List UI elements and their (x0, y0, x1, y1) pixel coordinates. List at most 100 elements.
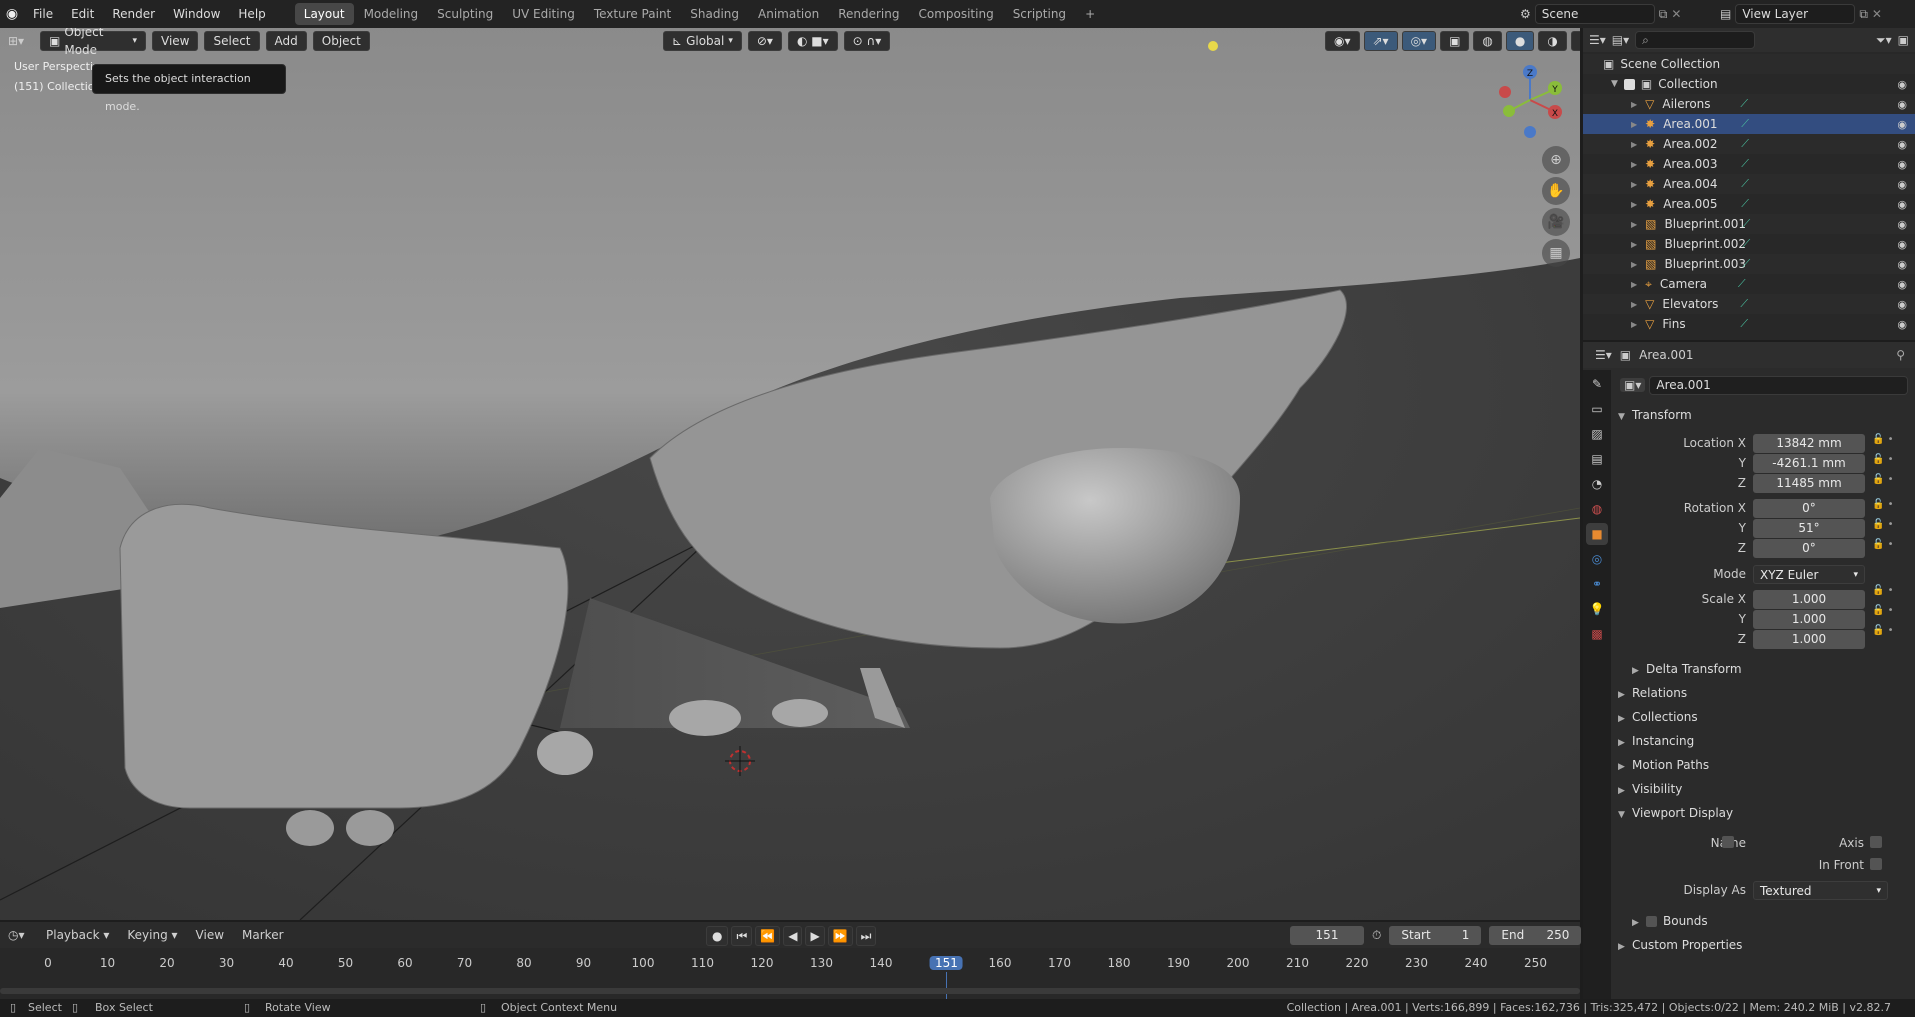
expand-arrow-icon[interactable]: ▶ (1631, 280, 1637, 289)
expand-arrow-icon[interactable]: ▼ (1611, 79, 1618, 89)
collections-panel-header[interactable]: ▶ Collections (1618, 706, 1908, 728)
modifier-icon[interactable]: ⟋ (1743, 237, 1751, 251)
overlay-toggle[interactable]: ◎▾ (1401, 31, 1437, 51)
jump-keyframe-forward-icon[interactable]: ⏩ (827, 926, 853, 946)
scene-icon[interactable]: ⚙ (1520, 7, 1531, 21)
view-layer-selector[interactable]: View Layer (1735, 4, 1856, 24)
scene-tab-icon[interactable]: ◔ (1586, 473, 1608, 495)
modifier-icon[interactable]: ⟋ (1738, 277, 1746, 291)
outliner-item-area-002[interactable]: ▶ ✸ Area.002 ⟋ ◉ (1583, 134, 1915, 154)
lock-icon[interactable]: 🔓 • (1872, 539, 1908, 585)
display-as-select[interactable]: Textured ▾ (1753, 881, 1888, 900)
modifier-icon[interactable]: ⟋ (1741, 197, 1749, 211)
expand-arrow-icon[interactable]: ▶ (1631, 200, 1637, 209)
expand-arrow-icon[interactable]: ▶ (1631, 160, 1637, 169)
world-tab-icon[interactable]: ◍ (1586, 498, 1608, 520)
tab-uv-editing[interactable]: UV Editing (503, 3, 584, 25)
location-z-field[interactable]: 11485 mm (1753, 474, 1865, 493)
orientation-selector[interactable]: ⊾ Global ▾ (663, 31, 742, 51)
outliner-item-ailerons[interactable]: ▶ ▽ Ailerons ⟋ ◉ (1583, 94, 1915, 114)
expand-arrow-icon[interactable]: ▶ (1631, 120, 1637, 129)
include-checkbox[interactable] (1623, 78, 1635, 90)
visibility-selector[interactable]: ◉▾ (1325, 31, 1360, 51)
expand-arrow-icon[interactable]: ▶ (1631, 220, 1637, 229)
outliner-item-fins[interactable]: ▶ ▽ Fins ⟋ ◉ (1583, 314, 1915, 334)
modifier-icon[interactable]: ⟋ (1740, 317, 1748, 331)
current-frame-field[interactable]: 151 (1290, 926, 1364, 945)
eye-icon[interactable]: ◉ (1897, 278, 1907, 291)
eye-icon[interactable]: ◉ (1897, 138, 1907, 151)
delete-view-layer-icon[interactable]: ✕ (1872, 7, 1882, 21)
eye-icon[interactable]: ◉ (1897, 318, 1907, 331)
modifier-icon[interactable]: ⟋ (1741, 177, 1749, 191)
lock-icon[interactable]: 🔓 • (1872, 519, 1908, 539)
scene-collection-row[interactable]: ▣ Scene Collection (1583, 54, 1915, 74)
eye-icon[interactable]: ◉ (1897, 118, 1907, 131)
object-tab-icon[interactable]: ■ (1586, 523, 1608, 545)
tool-tab-icon[interactable]: ✎ (1586, 373, 1608, 395)
start-frame-field[interactable]: Start 1 (1389, 926, 1482, 945)
viewport-menu-object[interactable]: Object (312, 31, 370, 51)
eye-icon[interactable]: ◉ (1897, 198, 1907, 211)
object-data-tab-icon[interactable]: 💡 (1586, 598, 1608, 620)
add-workspace-button[interactable]: + (1076, 3, 1104, 25)
location-y-field[interactable]: -4261.1 mm (1753, 454, 1865, 473)
new-scene-icon[interactable]: ⧉ (1659, 7, 1668, 22)
tab-layout[interactable]: Layout (294, 3, 354, 25)
modifier-icon[interactable]: ⟋ (1741, 157, 1749, 171)
texture-tab-icon[interactable]: ▩ (1586, 623, 1608, 645)
playhead-line[interactable] (946, 972, 948, 999)
timeline-scrollbar[interactable] (0, 988, 1580, 994)
modifier-icon[interactable]: ⟋ (1743, 217, 1751, 231)
end-frame-field[interactable]: End 250 (1489, 926, 1582, 945)
modifier-icon[interactable]: ⟋ (1741, 117, 1749, 131)
jump-keyframe-back-icon[interactable]: ⏪ (755, 926, 781, 946)
tab-sculpting[interactable]: Sculpting (428, 3, 502, 25)
output-tab-icon[interactable]: ▨ (1586, 423, 1608, 445)
eye-icon[interactable]: ◉ (1897, 98, 1907, 111)
timeline-menu-view[interactable]: View (190, 928, 230, 942)
view-layer-icon[interactable]: ▤ (1720, 7, 1731, 21)
outliner-item-area-005[interactable]: ▶ ✸ Area.005 ⟋ ◉ (1583, 194, 1915, 214)
lock-icon[interactable]: 🔓 • (1872, 499, 1908, 519)
pivot-selector[interactable]: ⊘▾ (747, 31, 782, 51)
tab-scripting[interactable]: Scripting (1004, 3, 1075, 25)
outliner-item-blueprint-003[interactable]: ▶ ▧ Blueprint.003 ⟋ ◉ (1583, 254, 1915, 274)
delete-scene-icon[interactable]: ✕ (1671, 7, 1681, 21)
timeline-menu-keying[interactable]: Keying ▾ (121, 928, 183, 942)
eye-icon[interactable]: ◉ (1897, 298, 1907, 311)
lock-icon[interactable]: 🔓 • (1872, 474, 1908, 499)
play-reverse-icon[interactable]: ◀ (783, 926, 803, 946)
vd-axis-checkbox[interactable] (1870, 836, 1882, 848)
menu-file[interactable]: File (24, 0, 62, 28)
eye-icon[interactable]: ◉ (1897, 238, 1907, 251)
scene-selector[interactable]: Scene (1534, 4, 1655, 24)
lock-icon[interactable]: 🔓 • (1872, 454, 1908, 474)
tab-shading[interactable]: Shading (681, 3, 748, 25)
snap-toggle[interactable]: ◐ ■▾ (787, 31, 838, 51)
scale-y-field[interactable]: 1.000 (1753, 610, 1865, 629)
bounds-checkbox[interactable] (1646, 916, 1657, 927)
visibility-panel-header[interactable]: ▶ Visibility (1618, 778, 1908, 800)
viewport-menu-view[interactable]: View (152, 31, 199, 51)
new-view-layer-icon[interactable]: ⧉ (1859, 7, 1868, 22)
shading-material[interactable]: ◑ (1538, 31, 1567, 51)
view-menu-icon[interactable]: ▤▾ (1612, 33, 1629, 47)
modifier-icon[interactable]: ⟋ (1743, 257, 1751, 271)
editor-type-icon[interactable]: ☰▾ (1595, 348, 1612, 362)
outliner-item-area-003[interactable]: ▶ ✸ Area.003 ⟋ ◉ (1583, 154, 1915, 174)
camera-view-icon[interactable]: 🎥 (1542, 208, 1570, 236)
tab-rendering[interactable]: Rendering (829, 3, 908, 25)
pin-icon[interactable]: ⚲ (1896, 348, 1905, 362)
expand-arrow-icon[interactable]: ▶ (1631, 140, 1637, 149)
display-mode-icon[interactable]: ☰▾ (1589, 33, 1606, 47)
tab-animation[interactable]: Animation (749, 3, 828, 25)
ortho-grid-icon[interactable]: ▦ (1542, 239, 1570, 267)
zoom-icon[interactable]: ⊕ (1542, 146, 1570, 174)
expand-arrow-icon[interactable]: ▶ (1631, 180, 1637, 189)
eye-icon[interactable]: ◉ (1897, 218, 1907, 231)
expand-arrow-icon[interactable]: ▶ (1631, 100, 1637, 109)
view-layer-tab-icon[interactable]: ▤ (1586, 448, 1608, 470)
shading-wireframe[interactable]: ◍ (1473, 31, 1502, 51)
shading-solid[interactable]: ● (1505, 31, 1535, 51)
